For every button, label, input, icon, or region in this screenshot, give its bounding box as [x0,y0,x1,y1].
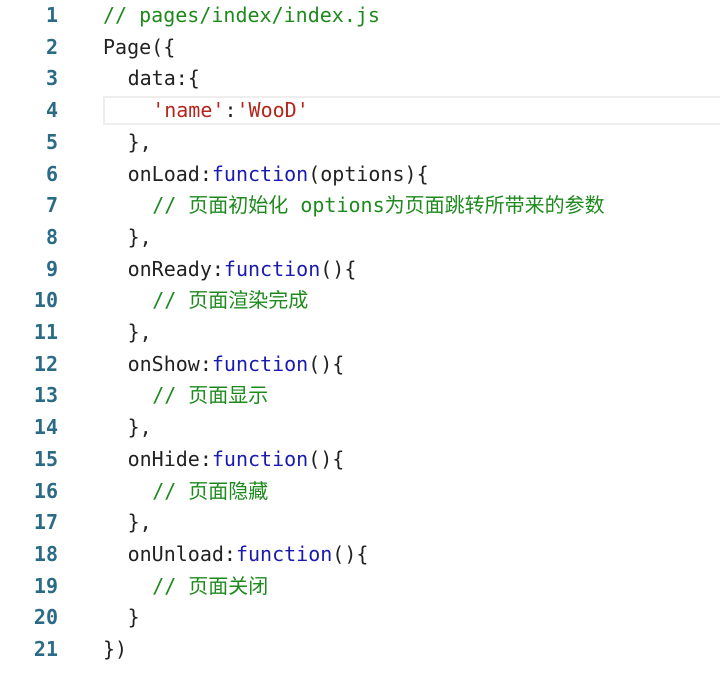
code-token-plain: }, [127,129,152,154]
line-number: 18 [33,541,58,566]
code-text[interactable]: }, [128,222,152,254]
code-line[interactable]: 4 'name':'WooD' [0,95,720,127]
line-number: 9 [45,256,58,281]
code-text[interactable]: }, [128,412,152,444]
code-line[interactable]: 3 data:{ [0,63,720,95]
line-number: 14 [33,415,58,440]
line-number: 13 [33,383,58,408]
code-token-plain: onReady: [127,256,224,281]
line-number: 20 [33,605,58,630]
code-token-keyword: function [211,351,309,376]
code-line[interactable]: 1 // pages/index/index.js [0,0,720,32]
code-token-plain: (options){ [308,161,429,186]
code-text[interactable]: onLoad:function(options){ [128,159,429,191]
line-number: 2 [45,34,58,59]
line-number: 12 [33,351,58,376]
code-text[interactable]: // 页面渲染完成 [152,285,308,317]
code-token-keyword: function [223,256,321,281]
code-line[interactable]: 2 Page({ [0,32,720,64]
code-line[interactable]: 12 onShow:function(){ [0,349,720,381]
code-token-keyword: function [211,446,309,471]
code-text[interactable]: onUnload:function(){ [128,539,369,571]
code-token-plain: onShow: [127,351,212,376]
code-token-plain: }, [127,320,152,344]
line-number: 10 [33,288,58,313]
code-token-string: 'name' [152,98,225,123]
code-line[interactable]: 21}) [0,634,720,666]
code-text[interactable]: }, [128,507,152,539]
code-text[interactable]: // 页面隐藏 [152,476,268,508]
code-line[interactable]: 17}, [0,507,720,539]
code-token-plain: data:{ [127,66,200,91]
code-text[interactable]: }, [128,127,152,159]
code-line[interactable]: 20} [0,602,720,634]
line-number: 15 [33,446,58,471]
code-text[interactable]: // 页面初始化 options为页面跳转所带来的参数 [152,190,604,222]
code-line[interactable]: 7 // 页面初始化 options为页面跳转所带来的参数 [0,190,720,222]
code-text[interactable]: // 页面显示 [152,380,268,412]
code-line[interactable]: 15 onHide:function(){ [0,444,720,476]
code-text[interactable]: // pages/index/index.js [103,0,380,32]
code-token-comment: // 页面初始化 options为页面跳转所带来的参数 [152,193,605,218]
code-line[interactable]: 6 onLoad:function(options){ [0,159,720,191]
code-token-plain: (){ [308,446,345,471]
line-number: 4 [45,98,58,123]
code-line[interactable]: 9 onReady:function(){ [0,254,720,286]
line-number: 21 [33,637,58,661]
code-token-keyword: function [211,161,309,186]
line-number: 11 [33,320,58,344]
code-token-plain: }, [127,224,152,249]
code-line[interactable]: 8}, [0,222,720,254]
code-token-comment: // 页面显示 [152,383,269,408]
code-token-plain: (){ [320,256,357,281]
line-number: 19 [33,573,58,598]
code-token-plain: } [127,605,140,630]
code-token-plain: Page({ [103,34,176,59]
code-text[interactable]: onShow:function(){ [128,349,345,381]
line-number: 1 [45,3,58,27]
code-text[interactable]: // 页面关闭 [152,571,268,603]
code-token-plain: }) [103,637,128,661]
code-token-plain: }, [127,415,152,440]
line-number: 6 [45,161,58,186]
line-number: 17 [33,510,58,535]
line-number: 3 [45,66,58,91]
line-number: 8 [45,224,58,249]
code-line[interactable]: 19 // 页面关闭 [0,571,720,603]
code-line[interactable]: 5}, [0,127,720,159]
code-token-comment: // 页面渲染完成 [152,288,309,313]
code-token-keyword: function [235,541,333,566]
line-number: 16 [33,478,58,503]
code-token-plain: onLoad: [127,161,212,186]
code-line[interactable]: 13 // 页面显示 [0,380,720,412]
code-text[interactable]: data:{ [128,63,200,95]
code-line[interactable]: 11}, [0,317,720,349]
code-token-string: 'WooD' [236,98,309,123]
code-token-comment: // 页面关闭 [152,573,269,598]
code-token-plain: (){ [308,351,345,376]
code-line[interactable]: 16 // 页面隐藏 [0,476,720,508]
code-token-plain: }, [127,510,152,535]
code-token-comment: // 页面隐藏 [152,478,269,503]
code-line[interactable]: 14}, [0,412,720,444]
code-text[interactable]: onHide:function(){ [128,444,345,476]
code-token-comment: // pages/index/index.js [103,3,380,27]
line-number: 5 [45,129,58,154]
line-number: 7 [45,193,58,218]
code-token-plain: onHide: [127,446,212,471]
code-editor[interactable]: 1 // pages/index/index.js 2 Page({ 3 data:{ 4 '… [0,0,720,681]
code-token-plain: onUnload: [127,541,236,566]
code-text[interactable]: } [128,602,140,634]
code-text[interactable]: 'name':'WooD' [152,95,309,127]
code-text[interactable]: }, [128,317,152,349]
code-line[interactable]: 18 onUnload:function(){ [0,539,720,571]
code-text[interactable]: }) [103,634,127,666]
code-line[interactable]: 10 // 页面渲染完成 [0,285,720,317]
code-token-plain: : [224,98,237,123]
code-text[interactable]: onReady:function(){ [128,254,357,286]
code-token-plain: (){ [332,541,369,566]
code-text[interactable]: Page({ [103,32,175,64]
